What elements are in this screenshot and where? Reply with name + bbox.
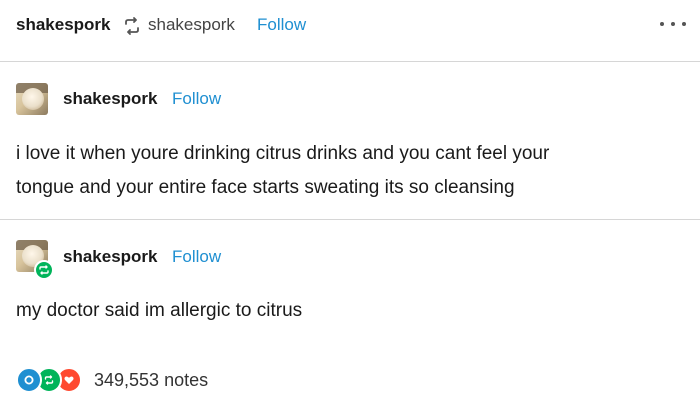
dot bbox=[660, 22, 664, 26]
follow-button[interactable]: Follow bbox=[172, 247, 221, 267]
reblog-badge-icon bbox=[34, 260, 54, 280]
follow-button[interactable]: Follow bbox=[257, 15, 306, 35]
post-body: i love it when youre drinking citrus dri… bbox=[16, 137, 676, 205]
reblog-header: shakespork shakespork Follow bbox=[0, 0, 700, 58]
divider bbox=[0, 61, 700, 62]
notes-bar: 349,553 notes bbox=[16, 366, 208, 394]
dot bbox=[682, 22, 686, 26]
source-username[interactable]: shakespork bbox=[148, 15, 235, 35]
divider bbox=[0, 219, 700, 220]
follow-button[interactable]: Follow bbox=[172, 89, 221, 109]
dot bbox=[671, 22, 675, 26]
post-text-line: i love it when youre drinking citrus dri… bbox=[16, 143, 550, 164]
avatar-face bbox=[22, 88, 44, 110]
post-body: my doctor said im allergic to citrus bbox=[16, 294, 676, 328]
comment-icon bbox=[16, 367, 42, 393]
notes-count[interactable]: 349,553 notes bbox=[94, 370, 208, 391]
avatar[interactable] bbox=[16, 83, 48, 115]
reblog-icon bbox=[125, 17, 139, 35]
reblogger-username[interactable]: shakespork bbox=[16, 15, 111, 35]
post-username[interactable]: shakespork bbox=[63, 89, 158, 109]
more-options-icon[interactable] bbox=[660, 14, 686, 34]
post-text-line: my doctor said im allergic to citrus bbox=[16, 300, 303, 321]
post-username[interactable]: shakespork bbox=[63, 247, 158, 267]
post-text-line: tongue and your entire face starts sweat… bbox=[16, 177, 515, 198]
